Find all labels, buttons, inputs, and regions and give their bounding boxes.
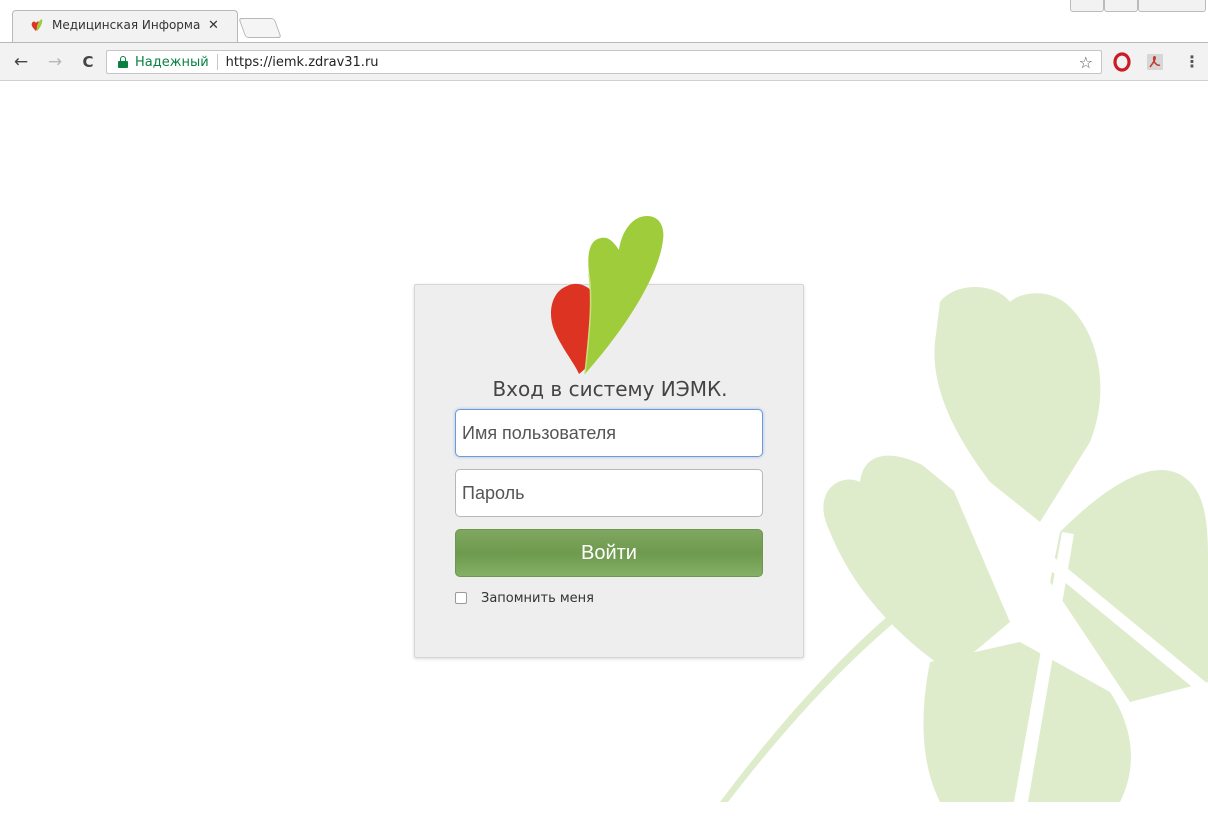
browser-tabstrip: Медицинская Информа ✕ (0, 0, 1208, 44)
browser-toolbar: ← → C Надежный https://iemk.zdrav31.ru ☆… (0, 43, 1208, 81)
heart-leaf-favicon-icon (31, 19, 43, 31)
tab-title: Медицинская Информа (52, 18, 201, 32)
lock-icon[interactable] (118, 56, 128, 68)
star-icon[interactable]: ☆ (1079, 53, 1093, 72)
password-placeholder: Пароль (462, 483, 525, 503)
remember-me-label[interactable]: Запомнить меня (481, 591, 594, 606)
omnibox-separator (216, 54, 218, 70)
forward-button[interactable]: → (44, 51, 66, 73)
login-button[interactable]: Войти (455, 529, 763, 577)
password-input[interactable]: Пароль (455, 469, 763, 517)
remember-me-checkbox[interactable] (455, 592, 467, 604)
tab-content: Медицинская Информа ✕ (30, 14, 230, 36)
minimize-button[interactable] (1070, 0, 1104, 12)
address-bar[interactable]: Надежный https://iemk.zdrav31.ru ☆ (106, 50, 1102, 74)
new-tab-button[interactable] (238, 18, 282, 38)
page-body: Вход в систему ИЭМК. Имя пользователя Па… (0, 82, 1208, 820)
pdf-icon[interactable] (1145, 52, 1165, 72)
url-text[interactable]: https://iemk.zdrav31.ru (226, 55, 379, 70)
close-window-button[interactable] (1138, 0, 1206, 12)
window-controls (1068, 0, 1208, 14)
secure-label[interactable]: Надежный (135, 55, 209, 70)
back-button[interactable]: ← (10, 51, 32, 73)
maximize-button[interactable] (1104, 0, 1138, 12)
menu-icon[interactable]: ⋮ (1184, 52, 1200, 72)
login-title: Вход в систему ИЭМК. (492, 377, 728, 401)
opera-icon[interactable] (1112, 52, 1132, 72)
tab-close-icon[interactable]: ✕ (208, 18, 219, 33)
reload-button[interactable]: C (77, 51, 99, 73)
username-input[interactable]: Имя пользователя (455, 409, 763, 457)
username-placeholder: Имя пользователя (462, 423, 617, 443)
heart-leaf-logo-icon (551, 216, 664, 375)
remember-me-row: Запомнить меня (455, 589, 594, 607)
